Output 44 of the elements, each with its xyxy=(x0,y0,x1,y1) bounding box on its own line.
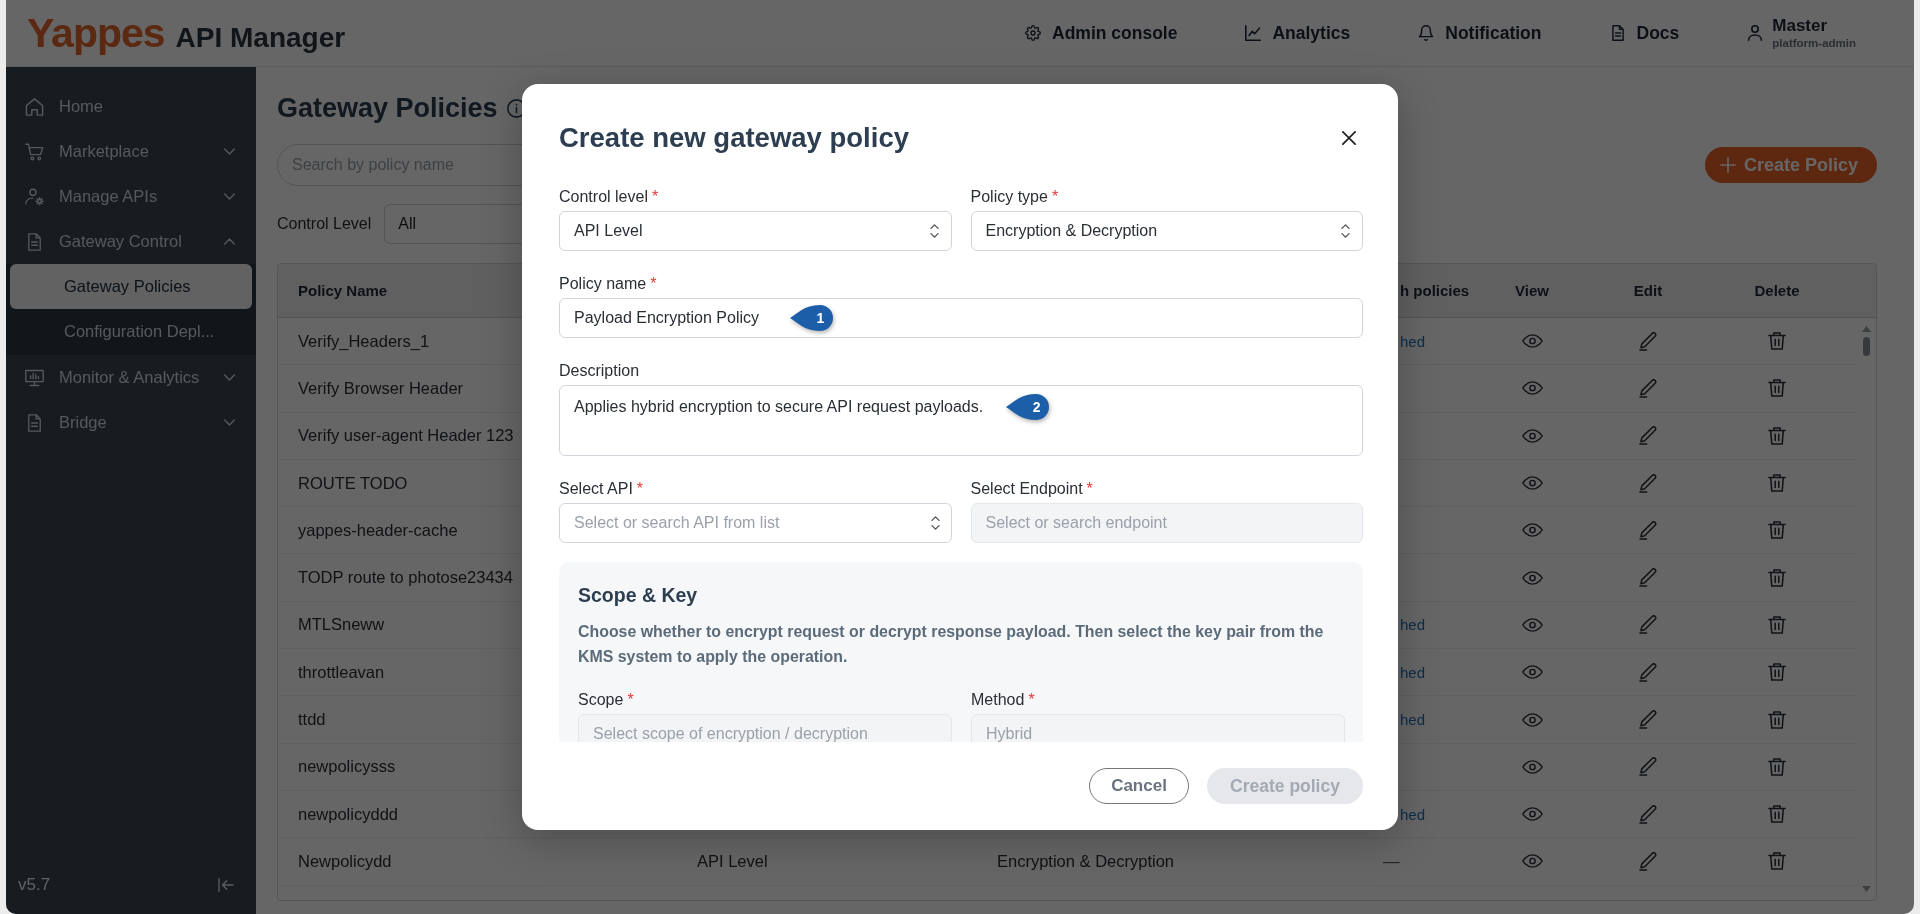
table-cell: — xyxy=(1383,851,1400,870)
step-marker: 2 xyxy=(1005,393,1051,421)
step-marker: 1 xyxy=(789,304,834,332)
required-mark: * xyxy=(651,187,659,207)
user-role: platform-admin xyxy=(1772,35,1856,51)
field-label: Description xyxy=(559,361,640,381)
table-cell: TODP route to photose23434 xyxy=(298,568,513,587)
field-label: Scope xyxy=(578,690,624,710)
field-label: Select API xyxy=(559,479,633,499)
table-cell: MTLSneww xyxy=(298,615,385,634)
column-header: h policies xyxy=(1400,282,1470,299)
required-mark: * xyxy=(1086,479,1093,499)
required-mark: * xyxy=(1051,187,1059,207)
filter-label: Control Level xyxy=(277,215,372,233)
field-label: Policy type xyxy=(970,187,1048,207)
table-cell: API Level xyxy=(697,851,768,870)
field-label: Select Endpoint xyxy=(970,479,1083,499)
field-label: Method xyxy=(971,690,1025,710)
required-mark: * xyxy=(650,274,657,294)
column-header: Delete xyxy=(1754,282,1800,299)
table-cell: throttleavan xyxy=(298,662,385,681)
table-cell: Encryption & Decryption xyxy=(997,851,1174,870)
section-description: Choose whether to encrypt request or decrypt response payload. Then select the key pair from the KMS system to apply the operation. xyxy=(578,622,1325,667)
required-mark: * xyxy=(636,479,644,499)
column-header: Policy Name xyxy=(298,282,388,299)
section-title: Scope & Key xyxy=(578,583,699,608)
column-header: View xyxy=(1515,282,1549,299)
table-cell: newpolicyddd xyxy=(298,804,398,823)
table-cell: ROUTE TODO xyxy=(298,473,408,492)
table-cell: ttdd xyxy=(298,710,326,728)
column-header: Edit xyxy=(1633,282,1663,299)
table-cell: newpolicysss xyxy=(298,757,396,776)
page-title: Gateway Policies xyxy=(277,92,498,125)
version-label: v5.7 xyxy=(18,875,51,895)
table-cell: Newpolicydd xyxy=(298,851,392,870)
field-label: Control level xyxy=(559,187,648,207)
table-cell: Verify user-agent Header 123 xyxy=(298,426,514,445)
app-title: API Manager xyxy=(175,22,346,54)
table-cell: Verify_Headers_1 xyxy=(298,331,430,350)
field-label: Policy name xyxy=(559,274,647,294)
table-cell: yappes-header-cache xyxy=(298,520,458,539)
required-mark: * xyxy=(627,690,634,710)
table-cell: Verify Browser Header xyxy=(298,378,464,397)
required-mark: * xyxy=(1028,690,1035,710)
